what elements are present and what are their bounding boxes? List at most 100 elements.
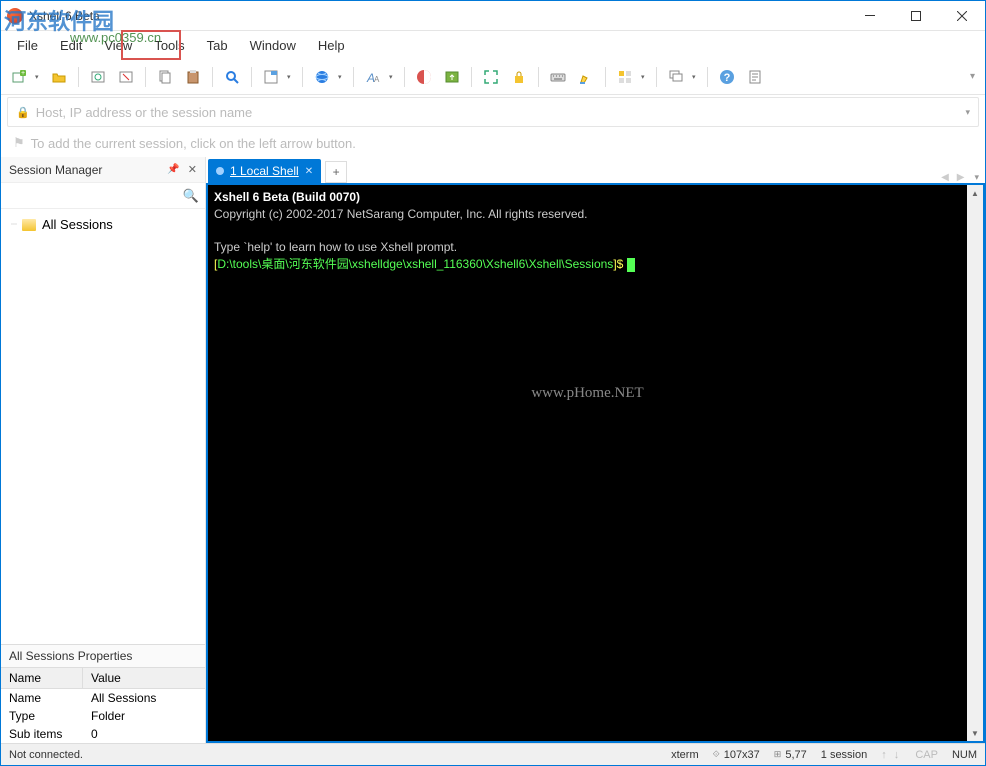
transfer-icon[interactable] (440, 65, 464, 89)
close-panel-icon[interactable]: ✕ (188, 163, 197, 176)
tree-dots-icon: ⋯ (11, 221, 16, 228)
tab-close-icon[interactable]: ✕ (305, 166, 313, 177)
svg-text:?: ? (724, 72, 731, 84)
lock-icon: 🔒 (16, 106, 30, 119)
menu-edit[interactable]: Edit (50, 34, 92, 57)
status-position: ⊞5,77 (774, 749, 807, 761)
panel-title: Session Manager (9, 163, 102, 177)
tab-label: 1 Local Shell (230, 164, 299, 178)
window-title: Xshell 6 Beta (29, 9, 100, 23)
cascade-icon[interactable] (664, 65, 688, 89)
paste-icon[interactable] (181, 65, 205, 89)
menu-file[interactable]: File (7, 34, 48, 57)
position-icon: ⊞ (774, 749, 782, 760)
menu-help[interactable]: Help (308, 34, 355, 57)
open-session-icon[interactable] (47, 65, 71, 89)
properties-panel: All Sessions Properties Name Value Name … (1, 644, 205, 743)
properties-icon[interactable] (259, 65, 283, 89)
tab-next-icon[interactable]: ▶ (953, 172, 969, 183)
dropdown-icon[interactable]: ▾ (338, 73, 346, 81)
search-input[interactable] (1, 189, 183, 203)
color-scheme-icon[interactable] (412, 65, 436, 89)
globe-icon[interactable] (310, 65, 334, 89)
window-controls (847, 1, 985, 31)
address-placeholder: Host, IP address or the session name (36, 105, 966, 120)
app-icon (7, 8, 23, 24)
status-sessions: 1 session (821, 749, 867, 761)
prop-row-name: Name All Sessions (1, 689, 205, 707)
title-bar: Xshell 6 Beta (1, 1, 985, 31)
status-cap: CAP (915, 749, 938, 761)
address-bar[interactable]: 🔒 Host, IP address or the session name ▾ (7, 97, 979, 127)
menu-tools[interactable]: Tools (144, 34, 194, 57)
main-area: Session Manager 📌 ✕ 🔍 ⋯ All Sessions All… (1, 157, 985, 743)
toolbar: + ▾ ▾ ▾ AA ▾ ▾ ▾ ? ▾ (1, 59, 985, 95)
scroll-down-icon[interactable]: ▼ (967, 725, 983, 741)
tab-strip: 1 Local Shell ✕ + ◀ ▶ ▾ (206, 157, 985, 183)
tab-list-dropdown[interactable]: ▾ (968, 172, 985, 183)
dropdown-icon[interactable]: ▾ (965, 107, 970, 118)
font-icon[interactable]: AA (361, 65, 385, 89)
find-icon[interactable] (220, 65, 244, 89)
copy-icon[interactable] (153, 65, 177, 89)
properties-header: Name Value (1, 667, 205, 689)
status-num: NUM (952, 749, 977, 761)
terminal-area: 1 Local Shell ✕ + ◀ ▶ ▾ Xshell 6 Beta (B… (206, 157, 985, 743)
keyboard-icon[interactable] (546, 65, 570, 89)
search-icon[interactable]: 🔍 (183, 188, 199, 204)
toolbar-overflow-icon[interactable]: ▾ (970, 71, 975, 82)
tab-status-icon (216, 167, 224, 175)
maximize-button[interactable] (893, 1, 939, 31)
status-term-type: xterm (671, 749, 699, 761)
tab-prev-icon[interactable]: ◀ (937, 172, 953, 183)
flag-icon: ⚑ (13, 135, 25, 151)
prop-row-type: Type Folder (1, 707, 205, 725)
dropdown-icon[interactable]: ▾ (35, 73, 43, 81)
dropdown-icon[interactable]: ▾ (692, 73, 700, 81)
status-transfer-icon: ↑ ↓ (881, 749, 901, 761)
properties-title: All Sessions Properties (1, 645, 205, 667)
pin-icon[interactable]: 📌 (167, 164, 179, 175)
script-icon[interactable] (743, 65, 767, 89)
prop-row-subitems: Sub items 0 (1, 725, 205, 743)
layout-icon[interactable] (613, 65, 637, 89)
tree-root-label: All Sessions (42, 217, 113, 232)
help-icon[interactable]: ? (715, 65, 739, 89)
size-icon: ⟐ (713, 749, 720, 760)
terminal-output[interactable]: Xshell 6 Beta (Build 0070) Copyright (c)… (208, 185, 967, 741)
tree-root-item[interactable]: ⋯ All Sessions (5, 215, 201, 234)
terminal-watermark: www.pHome.NET (531, 385, 643, 401)
menu-view[interactable]: View (94, 34, 142, 57)
col-name: Name (1, 668, 83, 688)
dropdown-icon[interactable]: ▾ (287, 73, 295, 81)
svg-text:+: + (21, 70, 25, 77)
fullscreen-icon[interactable] (479, 65, 503, 89)
session-tree[interactable]: ⋯ All Sessions (1, 209, 205, 644)
tab-local-shell[interactable]: 1 Local Shell ✕ (208, 159, 321, 183)
dropdown-icon[interactable]: ▾ (641, 73, 649, 81)
hint-text: To add the current session, click on the… (31, 136, 356, 151)
lock-icon[interactable] (507, 65, 531, 89)
panel-header: Session Manager 📌 ✕ (1, 157, 205, 183)
folder-icon (22, 219, 36, 231)
dropdown-icon[interactable]: ▾ (389, 73, 397, 81)
status-connection: Not connected. (9, 749, 83, 761)
new-session-icon[interactable]: + (7, 65, 31, 89)
tab-add-button[interactable]: + (325, 161, 347, 183)
session-search: 🔍 (1, 183, 205, 209)
svg-text:A: A (374, 75, 380, 84)
status-size: ⟐107x37 (713, 749, 760, 761)
terminal-frame: Xshell 6 Beta (Build 0070) Copyright (c)… (206, 183, 985, 743)
session-manager-panel: Session Manager 📌 ✕ 🔍 ⋯ All Sessions All… (1, 157, 206, 743)
highlight-icon[interactable] (574, 65, 598, 89)
terminal-scrollbar[interactable]: ▲ ▼ (967, 185, 983, 741)
menu-tab[interactable]: Tab (197, 34, 238, 57)
status-bar: Not connected. xterm ⟐107x37 ⊞5,77 1 ses… (1, 743, 985, 765)
reconnect-icon[interactable] (86, 65, 110, 89)
minimize-button[interactable] (847, 1, 893, 31)
close-button[interactable] (939, 1, 985, 31)
scroll-up-icon[interactable]: ▲ (967, 185, 983, 201)
disconnect-icon[interactable] (114, 65, 138, 89)
menu-window[interactable]: Window (240, 34, 306, 57)
cursor (627, 258, 635, 272)
